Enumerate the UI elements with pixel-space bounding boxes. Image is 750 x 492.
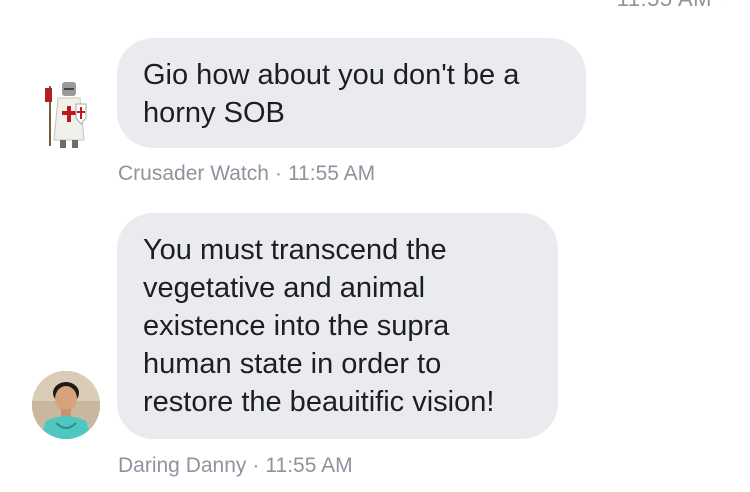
crusader-knight-icon — [45, 82, 87, 148]
message-meta: Daring Danny · 11:55 AM — [118, 454, 353, 478]
meta-separator: · — [252, 454, 260, 477]
chevron-down-icon[interactable] — [716, 0, 734, 6]
meta-separator: · — [274, 162, 282, 185]
previous-message-timestamp: 11:55 AM — [617, 0, 712, 12]
message-time: 11:55 AM — [265, 454, 353, 477]
sender-name[interactable]: Crusader Watch — [118, 162, 269, 185]
person-photo-avatar — [32, 371, 100, 439]
message-bubble[interactable]: Gio how about you don't be a horny SOB — [117, 38, 586, 148]
avatar[interactable] — [42, 78, 90, 150]
message-meta: Crusader Watch · 11:55 AM — [118, 162, 375, 186]
message-bubble[interactable]: You must transcend the vegetative and an… — [117, 213, 558, 439]
sender-name[interactable]: Daring Danny — [118, 454, 246, 477]
message-time: 11:55 AM — [287, 162, 376, 185]
avatar[interactable] — [32, 371, 100, 439]
